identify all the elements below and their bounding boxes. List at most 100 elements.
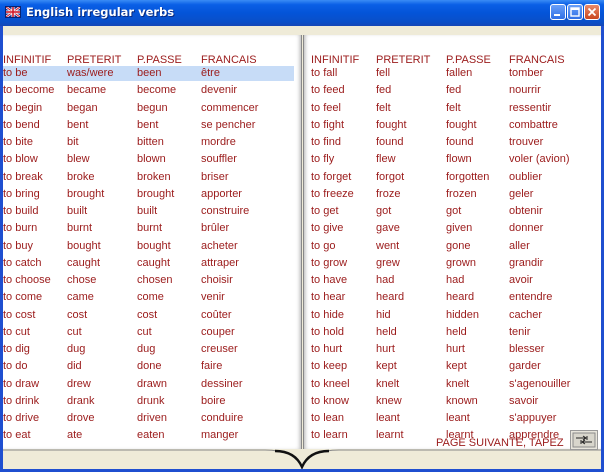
verb-french[interactable]: commencer: [201, 102, 258, 115]
verb-past-participle[interactable]: cut: [137, 326, 152, 339]
verb-past-participle[interactable]: leant: [446, 412, 470, 425]
verb-french[interactable]: acheter: [201, 240, 238, 253]
verb-past-participle[interactable]: cost: [137, 309, 157, 322]
verb-infinitive[interactable]: to kneel: [311, 378, 350, 391]
verb-past-participle[interactable]: heard: [446, 291, 474, 304]
verb-french[interactable]: mordre: [201, 136, 236, 149]
verb-preterit[interactable]: felt: [376, 102, 391, 115]
verb-infinitive[interactable]: to feed: [311, 84, 345, 97]
verb-preterit[interactable]: forgot: [376, 171, 404, 184]
verb-preterit[interactable]: gave: [376, 222, 400, 235]
verb-preterit[interactable]: brought: [67, 188, 104, 201]
verb-infinitive[interactable]: to burn: [3, 222, 37, 235]
verb-preterit[interactable]: flew: [376, 153, 396, 166]
verb-french[interactable]: se pencher: [201, 119, 255, 132]
verb-preterit[interactable]: caught: [67, 257, 100, 270]
verb-french[interactable]: garder: [509, 360, 541, 373]
verb-past-participle[interactable]: drunk: [137, 395, 165, 408]
verb-french[interactable]: combattre: [509, 119, 558, 132]
verb-preterit[interactable]: burnt: [67, 222, 92, 235]
verb-infinitive[interactable]: to bring: [3, 188, 40, 201]
verb-french[interactable]: dessiner: [201, 378, 243, 391]
verb-preterit[interactable]: drank: [67, 395, 95, 408]
minimize-button[interactable]: [550, 4, 566, 20]
verb-french[interactable]: savoir: [509, 395, 538, 408]
verb-infinitive[interactable]: to cost: [3, 309, 35, 322]
verb-past-participle[interactable]: kept: [446, 360, 467, 373]
verb-preterit[interactable]: came: [67, 291, 94, 304]
verb-french[interactable]: souffler: [201, 153, 237, 166]
verb-infinitive[interactable]: to lean: [311, 412, 344, 425]
verb-french[interactable]: coûter: [201, 309, 232, 322]
verb-french[interactable]: geler: [509, 188, 533, 201]
verb-past-participle[interactable]: frozen: [446, 188, 477, 201]
verb-past-participle[interactable]: caught: [137, 257, 170, 270]
verb-french[interactable]: devenir: [201, 84, 237, 97]
verb-past-participle[interactable]: eaten: [137, 429, 165, 442]
verb-preterit[interactable]: became: [67, 84, 106, 97]
verb-preterit[interactable]: chose: [67, 274, 96, 287]
verb-infinitive[interactable]: to choose: [3, 274, 51, 287]
verb-french[interactable]: brûler: [201, 222, 229, 235]
verb-past-participle[interactable]: had: [446, 274, 464, 287]
verb-past-participle[interactable]: broken: [137, 171, 171, 184]
verb-past-participle[interactable]: got: [446, 205, 461, 218]
verb-french[interactable]: donner: [509, 222, 543, 235]
verb-infinitive[interactable]: to buy: [3, 240, 33, 253]
verb-past-participle[interactable]: known: [446, 395, 478, 408]
verb-infinitive[interactable]: to know: [311, 395, 349, 408]
verb-past-participle[interactable]: chosen: [137, 274, 172, 287]
verb-infinitive[interactable]: to feel: [311, 102, 341, 115]
verb-preterit[interactable]: kept: [376, 360, 397, 373]
verb-french[interactable]: ressentir: [509, 102, 551, 115]
verb-preterit[interactable]: blew: [67, 153, 90, 166]
verb-preterit[interactable]: bought: [67, 240, 101, 253]
verb-preterit[interactable]: fed: [376, 84, 391, 97]
verb-french[interactable]: choisir: [201, 274, 233, 287]
verb-infinitive[interactable]: to hurt: [311, 343, 342, 356]
title-bar[interactable]: English irregular verbs: [0, 0, 604, 26]
verb-french[interactable]: manger: [201, 429, 238, 442]
verb-past-participle[interactable]: begun: [137, 102, 168, 115]
verb-infinitive[interactable]: to get: [311, 205, 339, 218]
verb-preterit[interactable]: drove: [67, 412, 95, 425]
verb-french[interactable]: attraper: [201, 257, 239, 270]
verb-past-participle[interactable]: hurt: [446, 343, 465, 356]
verb-infinitive[interactable]: to forget: [311, 171, 351, 184]
verb-past-participle[interactable]: given: [446, 222, 472, 235]
verb-infinitive[interactable]: to blow: [3, 153, 38, 166]
verb-past-participle[interactable]: held: [446, 326, 467, 339]
verb-infinitive[interactable]: to dig: [3, 343, 30, 356]
verb-french[interactable]: couper: [201, 326, 235, 339]
verb-past-participle[interactable]: brought: [137, 188, 174, 201]
verb-french[interactable]: tomber: [509, 67, 543, 80]
verb-preterit[interactable]: leant: [376, 412, 400, 425]
verb-infinitive[interactable]: to go: [311, 240, 335, 253]
verb-french[interactable]: venir: [201, 291, 225, 304]
verb-french[interactable]: obtenir: [509, 205, 543, 218]
verb-past-participle[interactable]: bitten: [137, 136, 164, 149]
verb-preterit[interactable]: fought: [376, 119, 407, 132]
verb-preterit[interactable]: had: [376, 274, 394, 287]
verb-preterit[interactable]: bit: [67, 136, 79, 149]
verb-past-participle[interactable]: built: [137, 205, 157, 218]
verb-preterit[interactable]: did: [67, 360, 82, 373]
verb-infinitive[interactable]: to build: [3, 205, 38, 218]
verb-past-participle[interactable]: gone: [446, 240, 470, 253]
verb-preterit[interactable]: was/were: [67, 67, 113, 80]
verb-infinitive[interactable]: to fly: [311, 153, 334, 166]
verb-infinitive[interactable]: to cut: [3, 326, 30, 339]
verb-infinitive[interactable]: to bend: [3, 119, 40, 132]
verb-preterit[interactable]: built: [67, 205, 87, 218]
verb-past-participle[interactable]: fought: [446, 119, 477, 132]
verb-past-participle[interactable]: burnt: [137, 222, 162, 235]
verb-infinitive[interactable]: to hide: [311, 309, 344, 322]
verb-past-participle[interactable]: bent: [137, 119, 158, 132]
verb-french[interactable]: grandir: [509, 257, 543, 270]
verb-infinitive[interactable]: to give: [311, 222, 343, 235]
verb-french[interactable]: tenir: [509, 326, 530, 339]
verb-french[interactable]: cacher: [509, 309, 542, 322]
verb-past-participle[interactable]: grown: [446, 257, 476, 270]
verb-past-participle[interactable]: driven: [137, 412, 167, 425]
verb-preterit[interactable]: ate: [67, 429, 82, 442]
